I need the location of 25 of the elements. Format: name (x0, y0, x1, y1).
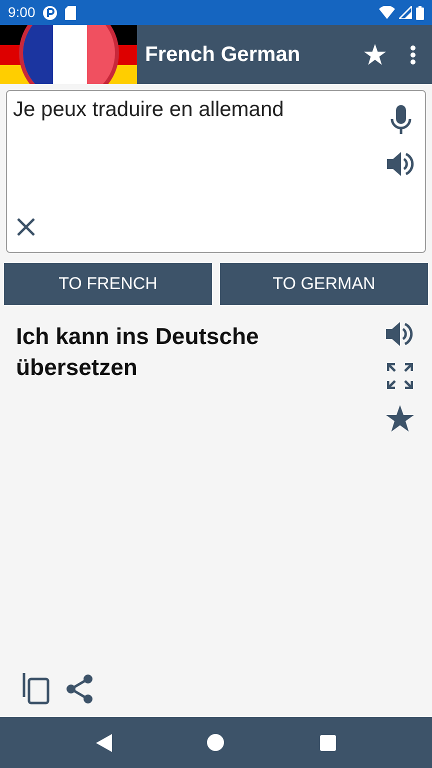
speaker-icon[interactable] (385, 321, 415, 347)
clear-icon[interactable] (16, 217, 36, 237)
home-icon[interactable] (207, 734, 224, 751)
sd-card-icon (65, 6, 76, 20)
back-icon[interactable] (96, 734, 112, 752)
translation-text: Ich kann ins Deutsche übersetzen (16, 322, 260, 382)
share-icon[interactable] (66, 674, 94, 704)
input-text[interactable]: Je peux traduire en allemand (13, 97, 383, 246)
star-icon[interactable] (364, 44, 386, 65)
input-field[interactable]: Je peux traduire en allemand (6, 90, 426, 253)
star-icon[interactable] (386, 405, 414, 432)
recents-icon[interactable] (320, 734, 336, 750)
copy-icon[interactable] (22, 673, 50, 705)
microphone-icon[interactable] (390, 105, 412, 135)
translate-button[interactable]: TO GERMAN (220, 263, 428, 305)
wifi-icon (379, 6, 395, 19)
status-time: 9:00 (8, 3, 36, 22)
battery-icon (416, 6, 424, 20)
speaker-icon[interactable] (387, 151, 415, 177)
fullscreen-icon[interactable] (387, 363, 413, 389)
signal-icon (399, 6, 412, 19)
more-options-icon[interactable] (410, 44, 416, 64)
notification-icon (43, 6, 58, 20)
translate-button[interactable]: TO FRENCH (4, 263, 212, 305)
app-title: French German (145, 42, 302, 68)
